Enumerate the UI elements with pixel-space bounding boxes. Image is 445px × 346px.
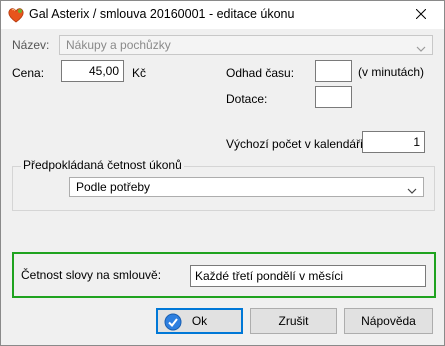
dotace-label: Dotace: bbox=[226, 92, 268, 106]
cena-label: Cena: bbox=[12, 66, 45, 80]
ok-label: Ok bbox=[191, 314, 208, 328]
dotace-input[interactable] bbox=[315, 86, 352, 108]
nazev-label: Název: bbox=[12, 38, 50, 52]
help-label: Nápověda bbox=[361, 314, 416, 328]
window-title: Gal Asterix / smlouva 20160001 - editace… bbox=[29, 7, 295, 21]
chevron-down-icon bbox=[407, 183, 417, 197]
frequency-words-input[interactable]: Každé třetí pondělí v měsíci bbox=[190, 265, 426, 287]
nazev-value: Nákupy a pochůzky bbox=[66, 38, 171, 52]
frequency-select[interactable]: Podle potřeby bbox=[69, 177, 424, 197]
cancel-button[interactable]: Zrušit bbox=[250, 308, 337, 334]
nazev-select[interactable]: Nákupy a pochůzky bbox=[59, 35, 433, 55]
group-legend: Předpokládaná četnost úkonů bbox=[21, 158, 184, 172]
help-button[interactable]: Nápověda bbox=[344, 308, 433, 334]
cena-input[interactable]: 45,00 bbox=[61, 60, 124, 82]
heart-icon bbox=[7, 7, 25, 23]
cena-unit: Kč bbox=[132, 66, 147, 80]
odhad-label: Odhad času: bbox=[226, 66, 295, 80]
title-bar[interactable]: Gal Asterix / smlouva 20160001 - editace… bbox=[1, 1, 444, 29]
chevron-down-icon bbox=[416, 41, 426, 55]
frequency-select-value: Podle potřeby bbox=[76, 180, 151, 194]
dialog-window: Gal Asterix / smlouva 20160001 - editace… bbox=[0, 0, 445, 346]
close-button[interactable] bbox=[398, 1, 444, 29]
frequency-words-label: Četnost slovy na smlouvě: bbox=[21, 268, 162, 282]
vychozi-label: Výchozí počet v kalendáři: bbox=[226, 137, 367, 151]
vychozi-input[interactable]: 1 bbox=[362, 131, 425, 153]
odhad-unit: (v minutách) bbox=[358, 65, 425, 79]
close-icon bbox=[415, 8, 427, 22]
odhad-input[interactable] bbox=[315, 60, 352, 82]
cancel-label: Zrušit bbox=[278, 314, 309, 328]
check-icon bbox=[164, 313, 182, 334]
ok-button[interactable]: Ok bbox=[156, 308, 243, 334]
